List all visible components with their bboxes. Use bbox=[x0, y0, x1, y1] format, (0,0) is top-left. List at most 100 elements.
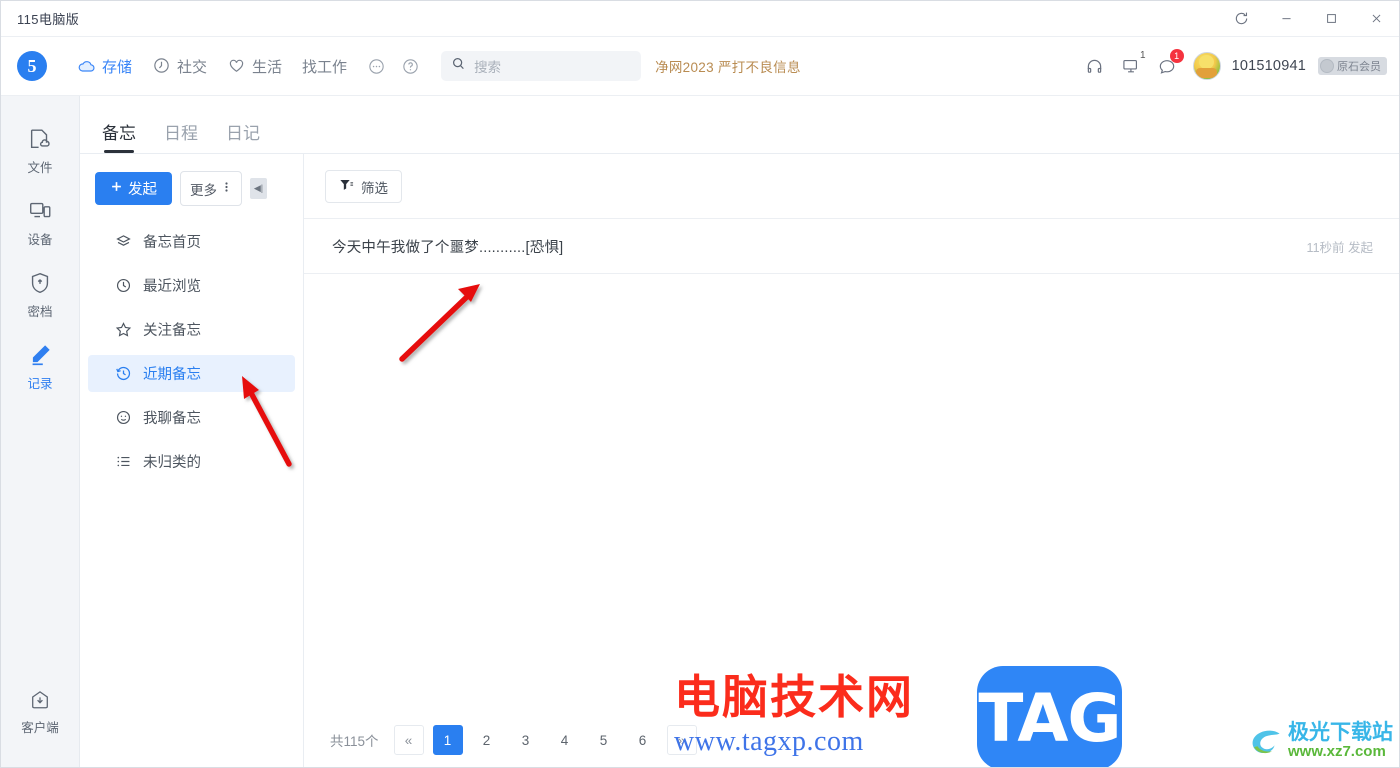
more-button[interactable]: 更多 bbox=[180, 171, 242, 206]
nav-item-label: 找工作 bbox=[302, 58, 348, 76]
list-item[interactable]: 今天中午我做了个噩梦...........[恐惧] 11秒前 发起 bbox=[304, 219, 1399, 274]
download-box-icon bbox=[32, 691, 48, 709]
rail-item-devices[interactable]: 设备 bbox=[8, 188, 72, 260]
rail-item-records[interactable]: 记录 bbox=[8, 332, 72, 404]
plus-icon bbox=[110, 180, 123, 197]
sidebar-item-followed-memo[interactable]: 关注备忘 bbox=[88, 311, 295, 348]
tab-schedule[interactable]: 日程 bbox=[164, 119, 198, 153]
page-2-button[interactable]: 2 bbox=[471, 725, 502, 755]
page-next-button[interactable]: » bbox=[666, 725, 697, 755]
memo-list-pane: 筛选 今天中午我做了个噩梦...........[恐惧] 11秒前 发起 电脑技… bbox=[304, 154, 1399, 767]
rail-item-label: 记录 bbox=[27, 377, 53, 391]
memo-sidebar: 发起 更多 ◀| 备忘首页 最近浏览 关注备忘 近期备忘 我聊备忘 未归类的 bbox=[80, 154, 304, 767]
nav-item-jobs[interactable]: 找工作 bbox=[294, 51, 355, 82]
rail-item-label: 客户端 bbox=[21, 721, 59, 735]
page-1-button[interactable]: 1 bbox=[432, 725, 463, 755]
total-count: 共115个 bbox=[330, 734, 379, 749]
tab-bar: 备忘 日程 日记 bbox=[80, 96, 1399, 153]
monitor-icon[interactable]: 1 bbox=[1115, 50, 1147, 82]
close-icon[interactable] bbox=[1354, 1, 1399, 36]
page-prev-button[interactable]: « bbox=[393, 725, 424, 755]
devices-icon bbox=[30, 202, 51, 218]
tab-diary[interactable]: 日记 bbox=[226, 119, 260, 153]
sidebar-item-uncategorized[interactable]: 未归类的 bbox=[88, 443, 295, 480]
note-text: 今天中午我做了个噩梦...........[恐惧] bbox=[332, 239, 564, 256]
sidebar-item-label: 未归类的 bbox=[143, 455, 201, 471]
device-badge: 1 bbox=[1140, 50, 1146, 61]
sidebar-item-label: 我聊备忘 bbox=[143, 411, 201, 427]
left-rail: 文件 设备 密档 记录 客户端 bbox=[1, 96, 80, 767]
sidebar-actions: 发起 更多 ◀| bbox=[80, 154, 303, 219]
star-icon bbox=[115, 321, 132, 338]
message-icon[interactable]: 1 bbox=[1151, 49, 1184, 82]
top-nav-items: 存储 社交 生活 找工作 bbox=[69, 51, 423, 82]
create-button[interactable]: 发起 bbox=[95, 172, 172, 205]
memo-nav-list: 备忘首页 最近浏览 关注备忘 近期备忘 我聊备忘 未归类的 bbox=[80, 219, 303, 487]
pagination: 共115个 « 1 2 3 4 5 6 » bbox=[304, 710, 1399, 767]
rail-item-client[interactable]: 客户端 bbox=[8, 678, 72, 748]
list-toolbar: 筛选 bbox=[304, 154, 1399, 218]
rail-item-label: 文件 bbox=[27, 161, 53, 175]
nav-item-life[interactable]: 生活 bbox=[219, 51, 290, 82]
app-title: 115电脑版 bbox=[17, 12, 80, 27]
maximize-icon[interactable] bbox=[1309, 1, 1354, 36]
sidebar-item-recent-memo[interactable]: 近期备忘 bbox=[88, 355, 295, 392]
message-badge: 1 bbox=[1169, 49, 1184, 63]
sidebar-item-label: 关注备忘 bbox=[143, 323, 201, 339]
ellipsis-circle-icon[interactable] bbox=[363, 53, 389, 79]
refresh-icon[interactable] bbox=[1219, 1, 1264, 36]
nav-item-social[interactable]: 社交 bbox=[144, 51, 215, 82]
sidebar-item-recent-viewed[interactable]: 最近浏览 bbox=[88, 267, 295, 304]
sidebar-item-my-chat-memo[interactable]: 我聊备忘 bbox=[88, 399, 295, 436]
more-button-label: 更多 bbox=[190, 182, 217, 198]
headset-icon[interactable] bbox=[1079, 50, 1111, 82]
vertical-dots-icon bbox=[221, 180, 232, 197]
history-icon bbox=[115, 277, 132, 294]
sidebar-item-label: 近期备忘 bbox=[143, 367, 201, 383]
vip-label: 原石会员 bbox=[1337, 61, 1381, 73]
rail-item-vault[interactable]: 密档 bbox=[8, 260, 72, 332]
layers-icon bbox=[115, 233, 132, 250]
sidebar-item-memo-home[interactable]: 备忘首页 bbox=[88, 223, 295, 260]
sidebar-item-label: 最近浏览 bbox=[143, 279, 201, 295]
minimize-icon[interactable] bbox=[1264, 1, 1309, 36]
pencil-icon bbox=[32, 345, 50, 366]
heart-icon bbox=[227, 56, 247, 76]
notice-text: 净网2023 严打不良信息 bbox=[655, 60, 801, 75]
recent-clock-icon bbox=[115, 365, 132, 382]
rail-item-label: 密档 bbox=[27, 305, 53, 319]
rail-item-files[interactable]: 文件 bbox=[8, 116, 72, 188]
nav-item-storage[interactable]: 存储 bbox=[69, 51, 140, 82]
search-icon bbox=[451, 56, 466, 76]
app-logo[interactable]: 5 bbox=[17, 51, 47, 81]
chat-face-icon bbox=[115, 409, 132, 426]
memo-list: 今天中午我做了个噩梦...........[恐惧] 11秒前 发起 电脑技术网 … bbox=[304, 218, 1399, 767]
app-window: 115电脑版 5 存储 社交 生活 找工作 搜索 净网2023 严打不良信息 1… bbox=[0, 0, 1400, 768]
page-5-button[interactable]: 5 bbox=[588, 725, 619, 755]
avatar[interactable] bbox=[1192, 52, 1221, 80]
status-badge[interactable]: 原石会员 bbox=[1318, 57, 1387, 75]
search-input[interactable]: 搜索 bbox=[441, 51, 642, 81]
file-cloud-icon bbox=[30, 129, 50, 149]
filter-button[interactable]: 筛选 bbox=[325, 170, 402, 203]
vip-dot-icon bbox=[1320, 59, 1334, 73]
nav-item-label: 生活 bbox=[252, 58, 283, 76]
shield-lock-icon bbox=[31, 272, 49, 294]
page-4-button[interactable]: 4 bbox=[549, 725, 580, 755]
top-nav-right: 1 1 101510941 原石会员 bbox=[1079, 37, 1387, 95]
username[interactable]: 101510941 bbox=[1232, 58, 1306, 74]
content-area: 备忘 日程 日记 发起 更多 ◀| 备忘首页 最近浏览 关注备忘 近期备忘 我聊… bbox=[80, 96, 1399, 767]
nav-item-label: 存储 bbox=[102, 58, 133, 76]
clock-icon bbox=[152, 56, 172, 76]
nav-item-label: 社交 bbox=[177, 58, 208, 76]
sidebar-item-label: 备忘首页 bbox=[143, 235, 201, 251]
question-circle-icon[interactable] bbox=[397, 53, 423, 79]
page-6-button[interactable]: 6 bbox=[627, 725, 658, 755]
filter-button-label: 筛选 bbox=[361, 180, 388, 196]
tab-memo[interactable]: 备忘 bbox=[102, 119, 136, 153]
rail-bottom: 客户端 bbox=[1, 678, 79, 748]
collapse-left-icon[interactable]: ◀| bbox=[250, 178, 267, 199]
page-3-button[interactable]: 3 bbox=[510, 725, 541, 755]
list-icon bbox=[115, 453, 132, 470]
filter-icon bbox=[339, 178, 354, 196]
